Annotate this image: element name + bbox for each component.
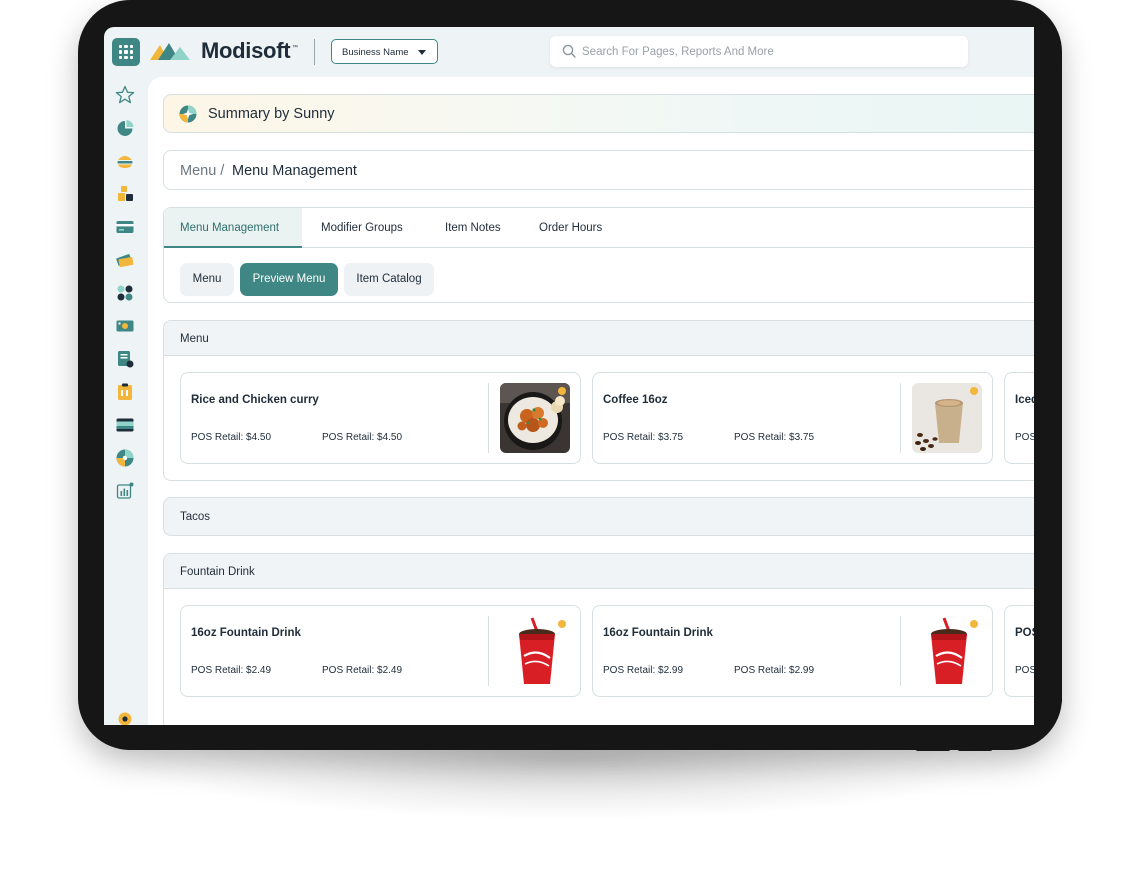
bottom-button [915,745,951,751]
report-icon[interactable] [115,349,135,369]
burger-icon[interactable] [115,151,135,171]
menu-item-card[interactable]: POS POS [1004,605,1034,697]
clipboard-icon[interactable] [115,382,135,402]
search-bar[interactable] [550,36,968,67]
top-bar: Modisoft ™ Business Name [104,27,1034,77]
tab-item-notes[interactable]: Item Notes [445,208,501,248]
fountain-section-header[interactable]: Fountain Drink [164,554,1034,589]
card-divider [488,616,489,686]
card-divider [488,383,489,453]
tacos-section-title: Tacos [180,511,211,523]
side-button [1056,664,1062,704]
analytics-icon[interactable] [115,481,135,501]
menu-item-card[interactable]: Rice and Chicken curry POS Retail: $4.50… [180,372,581,464]
boxes-icon[interactable] [115,184,135,204]
item-name: Coffee 16oz [603,394,668,406]
settings-icon[interactable] [115,709,135,725]
apps-icon[interactable] [115,283,135,303]
menu-section-title: Menu [180,333,209,345]
content-panel: Summary by Sunny Menu / Menu Management … [148,77,1034,725]
item-price: POS [1015,432,1034,443]
fountain-drink-section: Fountain Drink 16oz Fountain Drink POS R… [163,553,1034,725]
bottom-button [957,745,993,751]
sunny-icon[interactable] [115,448,135,468]
logo-trademark: ™ [292,45,298,51]
menu-section-header[interactable]: Menu [164,321,1034,356]
item-price: POS Retail: $2.99 [603,665,684,676]
app-grid-button[interactable] [112,38,140,66]
item-name: 16oz Fountain Drink [603,627,713,639]
item-price: POS Retail: $4.50 [191,432,272,443]
search-input[interactable] [582,42,952,61]
pill-preview-menu[interactable]: Preview Menu [240,263,338,296]
item-name: 16oz Fountain Drink [191,627,301,639]
item-price: POS Retail: $4.50 [322,432,403,443]
breadcrumb: Menu / Menu Management [163,150,1034,190]
pie-chart-icon[interactable] [115,118,135,138]
payments-icon[interactable] [115,250,135,270]
app-screen: Modisoft ™ Business Name Search For Page… [104,27,1034,725]
logo-text: Modisoft [201,38,291,63]
item-price: POS Retail: $2.49 [191,665,272,676]
item-name: Iced [1015,394,1034,406]
status-dot [558,620,566,628]
wallet-icon[interactable] [115,415,135,435]
pill-menu[interactable]: Menu [180,263,234,296]
item-price: POS Retail: $3.75 [603,432,684,443]
tab-bar: Menu Management Modifier Groups Item Not… [164,208,1034,248]
card-icon[interactable] [115,217,135,237]
tab-order-hours[interactable]: Order Hours [539,208,602,248]
status-dot [970,620,978,628]
tab-modifier-groups[interactable]: Modifier Groups [321,208,403,248]
item-price: POS Retail: $2.99 [734,665,815,676]
tabs-container: Menu Management Modifier Groups Item Not… [163,207,1034,303]
caret-down-icon [418,50,426,55]
breadcrumb-parent[interactable]: Menu / [180,163,224,179]
star-icon[interactable] [115,85,135,105]
business-select-label: Business Name [342,47,409,58]
business-select[interactable]: Business Name [331,39,438,64]
sunny-logo-icon [179,105,197,123]
fountain-section-title: Fountain Drink [180,566,255,578]
status-dot [558,387,566,395]
menu-item-card[interactable]: 16oz Fountain Drink POS Retail: $2.99 PO… [592,605,993,697]
breadcrumb-current: Menu Management [232,163,357,179]
sunny-summary-banner[interactable]: Summary by Sunny [163,94,1034,133]
cash-icon[interactable] [115,316,135,336]
item-price: POS [1015,665,1034,676]
item-price: POS Retail: $2.49 [322,665,403,676]
menu-item-card[interactable]: 16oz Fountain Drink POS Retail: $2.49 PO… [180,605,581,697]
left-rail [104,77,146,725]
item-price: POS Retail: $3.75 [734,432,815,443]
pill-item-catalog[interactable]: Item Catalog [344,263,434,296]
logo-divider [314,39,315,65]
tab-menu-management[interactable]: Menu Management [164,208,302,248]
card-divider [900,616,901,686]
item-name: Rice and Chicken curry [191,394,319,406]
search-icon [562,44,576,58]
menu-item-card[interactable]: Iced POS [1004,372,1034,464]
menu-section: Menu Rice and Chicken curry POS Retail: … [163,320,1034,481]
modisoft-logo-icon [150,43,190,60]
tacos-section-header[interactable]: Tacos [163,497,1034,536]
item-name: POS [1015,627,1034,639]
sunny-summary-label: Summary by Sunny [208,106,335,122]
status-dot [970,387,978,395]
card-divider [900,383,901,453]
menu-item-card[interactable]: Coffee 16oz POS Retail: $3.75 POS Retail… [592,372,993,464]
